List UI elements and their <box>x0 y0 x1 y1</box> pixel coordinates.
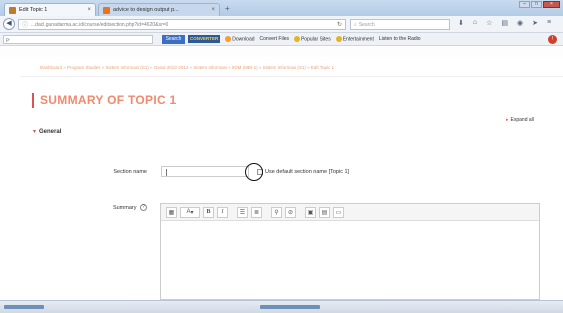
bulleted-list-icon[interactable]: ☰ <box>237 206 248 218</box>
section-name-input[interactable] <box>161 166 249 177</box>
converter-logo[interactable]: CONVERTER <box>188 35 221 43</box>
bold-button[interactable]: B <box>203 206 214 218</box>
toolbar-popular-sites[interactable]: Popular Sites <box>293 35 331 42</box>
media-icon[interactable]: ▤ <box>319 206 330 218</box>
tab-advice[interactable]: advice to design output p... × <box>98 3 220 16</box>
search-icon: ⌕ <box>354 21 357 28</box>
toolbar-download[interactable]: Download <box>225 35 255 42</box>
toolbar-entertainment[interactable]: Entertainment <box>335 35 374 42</box>
toolbar-convert-files[interactable]: Convert Files <box>260 36 289 42</box>
font-style-dropdown[interactable]: A ▾ <box>180 206 200 218</box>
address-bar[interactable]: ⓘ ...dacl.gunadarma.ac.id/course/editsec… <box>18 19 346 30</box>
taskbar-item[interactable] <box>4 305 44 309</box>
page-content: Dashboard » Program Studies » Sistem Inf… <box>0 47 563 300</box>
use-default-name-checkbox[interactable]: Use default section name [Topic 1] <box>257 169 349 175</box>
download-dot-icon <box>225 35 232 42</box>
pocket-icon[interactable]: ◉ <box>517 19 523 27</box>
toolbar-links: CONVERTER Download Convert Files Popular… <box>188 35 421 43</box>
image-icon[interactable]: ▣ <box>305 206 316 218</box>
general-label: General <box>39 128 62 135</box>
nav-icons: ⬇ ⌂ ☆ ▤ ◉ ➤ ≡ <box>458 19 551 27</box>
toolbar-search-button[interactable]: Search <box>162 35 185 44</box>
page-info-icon[interactable]: ⓘ <box>22 20 28 29</box>
back-button[interactable]: ◀ <box>3 18 15 30</box>
section-name-label: Section name <box>113 169 147 175</box>
addon-toolbar: ρ· Search CONVERTER Download Convert Fil… <box>0 33 563 46</box>
link-icon[interactable]: ⚲ <box>271 206 282 218</box>
library-icon[interactable]: ▤ <box>501 19 508 27</box>
toolbar-radio[interactable]: Listen to the Radio <box>379 36 421 42</box>
taskbar <box>0 300 563 313</box>
blogger-favicon-icon <box>103 6 110 14</box>
tab-edit-topic[interactable]: Edit Topic 1 × <box>4 3 96 16</box>
menu-icon[interactable]: ≡ <box>547 19 551 27</box>
bookmark-star-icon[interactable]: ☆ <box>486 19 492 27</box>
minimize-button[interactable]: – <box>519 1 530 8</box>
general-section-toggle[interactable]: ▾ General <box>33 128 62 136</box>
browser-navbar: ◀ ⓘ ...dacl.gunadarma.ac.id/course/edits… <box>0 16 563 33</box>
chevron-down-icon: ▾ <box>33 129 37 135</box>
text-cursor <box>166 169 167 176</box>
popular-sites-icon <box>293 35 300 42</box>
help-icon[interactable]: ? <box>140 204 147 211</box>
italic-button[interactable]: I <box>217 206 228 218</box>
close-tab-icon[interactable]: × <box>87 7 91 13</box>
reload-icon[interactable]: ↻ <box>337 21 342 28</box>
close-tab-icon[interactable]: × <box>211 7 215 13</box>
entertainment-icon <box>335 35 342 42</box>
divider <box>20 76 563 77</box>
toolbar-toggle-icon[interactable]: ▦ <box>166 206 177 218</box>
maximize-button[interactable]: □ <box>531 1 542 8</box>
addon-badge-icon[interactable]: ! <box>548 35 557 44</box>
address-text: ...dacl.gunadarma.ac.id/course/editsecti… <box>31 21 169 28</box>
home-icon[interactable]: ⌂ <box>473 19 477 27</box>
toolbar-search-input[interactable]: ρ· <box>3 35 153 44</box>
breadcrumb[interactable]: Dashboard » Program Studies » Sistem Inf… <box>40 65 560 70</box>
search-placeholder: Search <box>358 21 375 28</box>
use-default-label: Use default section name [Topic 1] <box>265 169 350 175</box>
search-bar[interactable]: ⌕ Search <box>350 19 450 30</box>
unlink-icon[interactable]: ⊘ <box>285 206 296 218</box>
file-icon[interactable]: ▭ <box>333 206 344 218</box>
highlight-circle <box>245 163 263 181</box>
expand-all-link[interactable]: ▸ Expand all <box>506 117 534 123</box>
send-icon[interactable]: ➤ <box>532 19 538 27</box>
taskbar-item[interactable] <box>260 305 320 309</box>
close-window-button[interactable]: × <box>543 1 560 8</box>
new-tab-button[interactable]: + <box>225 4 230 13</box>
toolbar-right-icons: ! <box>548 35 557 44</box>
summary-editor[interactable]: ▦ A ▾ B I ☰ ≣ ⚲ ⊘ ▣ ▤ ▭ <box>160 203 540 300</box>
page-title: SUMMARY OF TOPIC 1 <box>32 93 177 108</box>
summary-label: Summary <box>112 204 137 211</box>
download-arrow-icon[interactable]: ⬇ <box>458 19 464 27</box>
summary-label-wrap: Summary ? <box>87 204 147 211</box>
numbered-list-icon[interactable]: ≣ <box>251 206 262 218</box>
moodle-favicon-icon <box>9 6 16 14</box>
expand-all-label: Expand all <box>510 117 534 123</box>
page-header-band <box>0 47 563 57</box>
tab-title: Edit Topic 1 <box>19 7 48 13</box>
window-controls: – □ × <box>519 1 560 8</box>
breadcrumb-trail[interactable]: Dashboard » Program Studies » Sistem Inf… <box>40 65 334 70</box>
tab-title: advice to design output p... <box>113 7 179 13</box>
browser-titlebar: Edit Topic 1 × advice to design output p… <box>0 0 563 16</box>
expand-icon: ▸ <box>506 117 509 123</box>
editor-toolbar: ▦ A ▾ B I ☰ ≣ ⚲ ⊘ ▣ ▤ ▭ <box>161 204 539 221</box>
